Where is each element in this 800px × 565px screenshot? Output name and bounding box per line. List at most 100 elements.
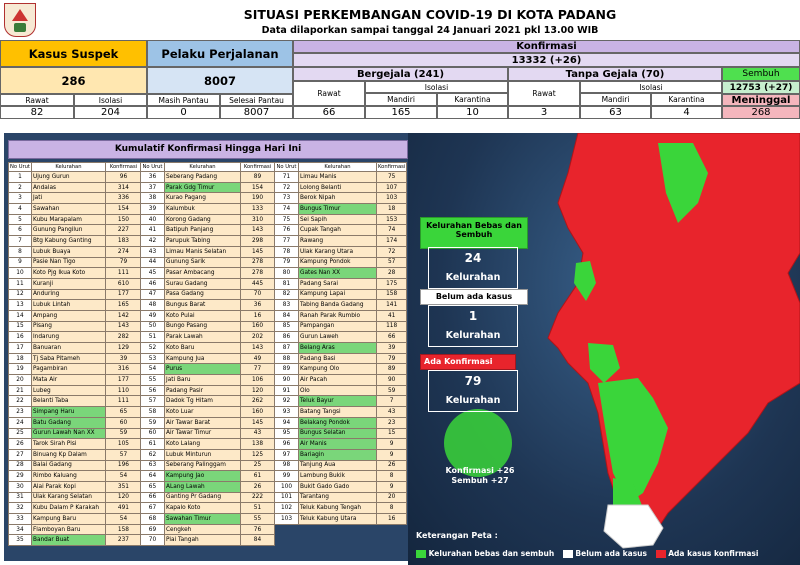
kelurahan-name: Air Manis — [298, 438, 377, 450]
row-number: 13 — [8, 299, 32, 311]
kelurahan-name: Koto Luar — [164, 406, 241, 418]
col-kelurahan: Kelurahan — [164, 162, 241, 172]
table-row: 21 Lubeg 110 — [8, 384, 142, 397]
konfirmasi-count: 66 — [375, 331, 408, 343]
konfirmasi-count: 72 — [375, 245, 408, 258]
konfirmasi-count: 76 — [240, 523, 275, 536]
kelurahan-name: Kalumbuk — [164, 203, 241, 215]
kelurahan-name: Ampang — [30, 309, 106, 322]
konfirmasi-count: 154 — [240, 181, 275, 194]
row-number: 92 — [274, 395, 299, 408]
selesai-label: Selesai Pantau — [220, 94, 293, 106]
row-number: 95 — [274, 427, 299, 440]
konfirmasi-count: 110 — [104, 384, 142, 397]
kelurahan-name: Pagambiran — [30, 363, 106, 376]
table-row: 27 Binuang Kp Dalam 57 — [8, 448, 142, 461]
row-number: 28 — [8, 459, 32, 472]
kelurahan-name: Tabing Banda Gadang — [298, 299, 377, 311]
row-number: 97 — [274, 448, 299, 461]
konfirmasi-count: 154 — [104, 203, 142, 215]
konfirmasi-count: 129 — [104, 342, 142, 354]
konfirmasi-count: 351 — [104, 480, 142, 493]
konfirmasi-value: 13332 (+26) — [293, 53, 800, 67]
kelurahan-name: Bungus Barat — [164, 299, 241, 311]
table-row: 53 Kampung Jua 49 — [140, 352, 275, 365]
kelurahan-name: Pasa Gadang — [164, 288, 241, 301]
kelurahan-name: Parak Gdg Timur — [164, 181, 241, 194]
table-row: 9 Pasie Nan Tigo 79 — [8, 256, 142, 269]
row-number: 21 — [8, 384, 32, 397]
table-row: 43 Limau Manis Selatan 145 — [140, 245, 275, 258]
konfirmasi-count: 145 — [240, 245, 275, 258]
kelurahan-name: Lubuk Lintah — [30, 299, 106, 311]
konfirmasi-count: 28 — [375, 267, 408, 279]
kelurahan-name: Bukit Gado Gado — [298, 480, 377, 493]
table-row: 73 Berok Nipah 103 — [274, 192, 408, 205]
table-row: 86 Gurun Laweh 66 — [274, 331, 408, 343]
row-number: 69 — [140, 523, 165, 536]
bergejala-label: Bergejala (241) — [293, 67, 508, 81]
table-row: 80 Gates Nan XX 28 — [274, 267, 408, 279]
kelurahan-name: Simpang Haru — [30, 406, 106, 418]
konfirmasi-count: 120 — [240, 384, 275, 397]
bergejala-rawat-label: Rawat — [293, 81, 365, 106]
kelurahan-name: Teluk Kabung Tengah — [298, 502, 377, 514]
row-number: 11 — [8, 277, 32, 290]
table-row: 72 Lolong Belanti 107 — [274, 181, 408, 194]
konfirmasi-count: 105 — [104, 438, 142, 450]
kelurahan-name: Kampung Jao — [164, 470, 241, 482]
konfirmasi-count: 26 — [240, 480, 275, 493]
row-number: 101 — [274, 491, 299, 504]
col-no: No Urut — [274, 162, 299, 172]
table-row: 31 Ulak Karang Selatan 120 — [8, 491, 142, 504]
table-row: 74 Bungus Timur 18 — [274, 203, 408, 215]
row-number: 86 — [274, 331, 299, 343]
row-number: 33 — [8, 513, 32, 525]
row-number: 98 — [274, 459, 299, 472]
row-number: 18 — [8, 352, 32, 365]
row-number: 85 — [274, 320, 299, 333]
row-number: 75 — [274, 213, 299, 226]
konfirmasi-count: 20 — [375, 491, 408, 504]
table-row: 36 Seberang Padang 89 — [140, 171, 275, 183]
konfirmasi-count: 336 — [104, 192, 142, 205]
table-row: 44 Gunung Sarik 278 — [140, 256, 275, 269]
table-row: 97 Bariagin 9 — [274, 448, 408, 461]
kelurahan-name: Btg Kabung Ganting — [30, 235, 106, 247]
covid-dashboard: SITUASI PERKEMBANGAN COVID-19 DI KOTA PA… — [0, 0, 800, 565]
row-number: 58 — [140, 406, 165, 418]
konfirmasi-count: 96 — [104, 171, 142, 183]
padang-city-logo — [4, 3, 36, 37]
table-row: 103 Teluk Kabung Utara 16 — [274, 513, 408, 525]
table-row: 13 Lubuk Lintah 165 — [8, 299, 142, 311]
konfirmasi-count: 51 — [240, 502, 275, 514]
row-number: 80 — [274, 267, 299, 279]
row-number: 22 — [8, 395, 32, 408]
table-row: 85 Pampangan 118 — [274, 320, 408, 333]
row-number: 26 — [8, 438, 32, 450]
kelurahan-name: Air Pacah — [298, 374, 377, 386]
belum-title: Belum ada kasus — [420, 289, 528, 305]
table-row: 20 Mata Air 177 — [8, 374, 142, 386]
table-row: 65 ALang Lawah 26 — [140, 480, 275, 493]
kelurahan-name: Koto Pjg Ikua Koto — [30, 267, 106, 279]
table-row: 58 Koto Luar 160 — [140, 406, 275, 418]
legend-title: Keterangan Peta : — [416, 531, 498, 540]
kelurahan-name: Mata Air — [30, 374, 106, 386]
row-number: 74 — [274, 203, 299, 215]
kelurahan-name: Kampung Pondok — [298, 256, 377, 269]
row-number: 10 — [8, 267, 32, 279]
table-row: 51 Parak Lawah 202 — [140, 331, 275, 343]
table-row: 79 Kampung Pondok 57 — [274, 256, 408, 269]
bebas-value: 24 — [464, 251, 482, 265]
kelurahan-name: Tanjung Aua — [298, 459, 377, 472]
konfirmasi-count: 75 — [375, 171, 408, 183]
row-number: 66 — [140, 491, 165, 504]
kelurahan-name: ALang Lawah — [164, 480, 241, 493]
kelurahan-table-2: No Urut Kelurahan Konfirmasi 36 Seberang … — [140, 162, 275, 547]
table-row: 66 Ganting Pr Gadang 222 — [140, 491, 275, 504]
row-number: 43 — [140, 245, 165, 258]
table-row: 78 Ulak Karang Utara 72 — [274, 245, 408, 258]
row-number: 68 — [140, 513, 165, 525]
table-row: 25 Gurun Lawah Nan XX 59 — [8, 427, 142, 440]
